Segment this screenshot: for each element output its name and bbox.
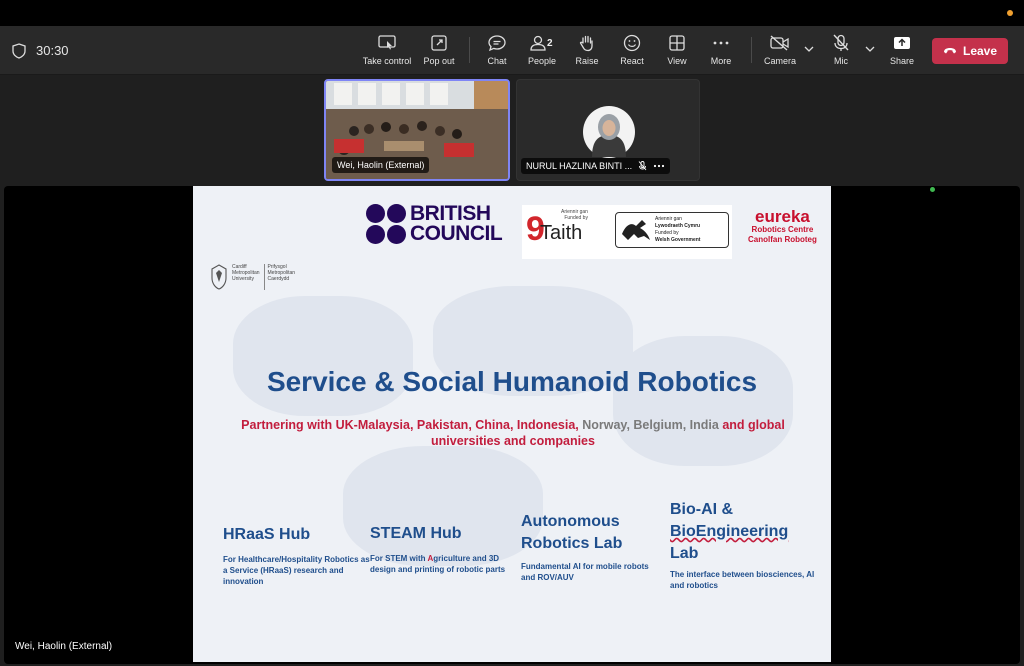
world-map-background <box>233 296 413 416</box>
leave-button[interactable]: Leave <box>932 38 1008 64</box>
mic-label: Mic <box>834 56 848 66</box>
hub-title-line2: BioEngineering <box>670 523 789 540</box>
hub-title-line2: Robotics Lab <box>521 535 623 552</box>
mic-off-icon <box>833 34 849 51</box>
mic-button[interactable]: Mic <box>815 34 867 66</box>
welsh-dragon-icon <box>622 220 650 240</box>
mic-off-icon <box>638 161 647 171</box>
cardiff-crest-icon <box>211 264 227 290</box>
hub-description: Fundamental AI for mobile robots and ROV… <box>521 562 649 582</box>
view-label: View <box>667 56 687 66</box>
window-top-strip <box>0 0 1024 26</box>
eureka-logo: eureka Robotics Centre Canolfan Roboteg <box>748 208 817 245</box>
more-button[interactable]: More <box>695 34 747 66</box>
cardiff-line3: University <box>232 276 254 282</box>
share-icon <box>894 37 910 49</box>
cardiff-line6: Caerdydd <box>267 276 290 282</box>
share-label: Share <box>889 56 915 66</box>
presentation-slide: BRITISH COUNCIL 9 Ariennir gan Funded by… <box>193 186 831 662</box>
pop-out-button[interactable]: Pop out <box>413 34 465 66</box>
british-council-dots-icon <box>366 204 406 244</box>
british-council-text-line1: BRITISH <box>410 202 491 225</box>
participant-name-label: Wei, Haolin (External) <box>332 157 430 173</box>
british-council-text-line2: COUNCIL <box>410 222 503 245</box>
participant-tile[interactable]: Wei, Haolin (External) <box>324 79 510 181</box>
eureka-title: eureka <box>755 207 810 226</box>
take-control-label: Take control <box>362 56 412 66</box>
share-button[interactable]: Share <box>876 34 928 66</box>
taith-small-line2: Funded by <box>564 215 588 221</box>
phone-hangup-icon <box>943 48 956 54</box>
participant-name: NURUL HAZLINA BINTI ... <box>526 161 633 171</box>
pop-out-icon <box>431 35 447 51</box>
camera-button[interactable]: Camera <box>754 34 806 66</box>
taith-name: Taith <box>540 222 583 244</box>
participant-name-label: NURUL HAZLINA BINTI ... <box>521 158 671 174</box>
leave-label: Leave <box>962 44 998 58</box>
slide-title: Service & Social Humanoid Robotics <box>266 366 758 397</box>
welsh-line2: Lywodraeth Cymru <box>655 223 701 229</box>
welsh-line1: Ariennir gan <box>655 216 682 222</box>
chevron-down-icon[interactable] <box>803 43 815 55</box>
subtitle-part-a: Partnering with UK-Malaysia, Pakistan, C… <box>241 418 583 432</box>
toolbar-separator <box>751 37 752 63</box>
chevron-down-icon[interactable] <box>864 43 876 55</box>
autonomous-robotics-lab: Autonomous Robotics Lab Fundamental AI f… <box>521 511 661 583</box>
chat-label: Chat <box>487 56 507 66</box>
hraas-hub: HRaaS Hub For Healthcare/Hospitality Rob… <box>223 524 373 587</box>
cardiff-met-logo: Cardiff Metropolitan University Prifysgo… <box>210 264 295 290</box>
raise-hand-icon <box>579 35 593 52</box>
pop-out-label: Pop out <box>423 56 455 66</box>
hub-title-line1: Autonomous <box>521 513 620 530</box>
hub-title: HRaaS Hub <box>223 526 311 543</box>
bio-ai-lab: Bio-AI & BioEngineering Lab The interfac… <box>670 499 820 591</box>
hub-title-line3: Lab <box>670 545 699 562</box>
take-control-icon <box>378 35 396 50</box>
notification-dot <box>1007 10 1013 16</box>
more-dots-icon[interactable] <box>653 164 665 168</box>
participant-tile[interactable]: NURUL HAZLINA BINTI ... <box>516 79 700 181</box>
slide-subtitle: Partnering with UK-Malaysia, Pakistan, C… <box>218 417 808 449</box>
steam-hub: STEAM Hub For STEM with Agriculture and … <box>370 523 515 575</box>
subtitle-part-b: Norway, Belgium, India <box>582 418 719 432</box>
take-control-button[interactable]: Take control <box>361 34 413 66</box>
hub-title-line1: Bio-AI & <box>670 501 734 518</box>
grid-view-icon <box>669 35 685 51</box>
chat-icon <box>488 35 506 52</box>
welsh-government-text: Ariennir gan Lywodraeth Cymru Funded by … <box>655 216 700 244</box>
hub-title: STEAM Hub <box>370 525 462 542</box>
toolbar-separator <box>469 37 470 63</box>
people-label: People <box>527 56 557 66</box>
hub-description: For Healthcare/Hospitality Robotics as a… <box>223 555 370 586</box>
presenter-name-label: Wei, Haolin (External) <box>15 641 113 652</box>
connection-indicator <box>930 187 935 192</box>
welsh-line4: Welsh Government <box>655 237 701 243</box>
smiley-icon <box>623 34 641 52</box>
avatar <box>583 106 635 158</box>
camera-off-icon <box>770 35 789 51</box>
hub-description: The interface between biosciences, AI an… <box>670 570 815 590</box>
more-label: More <box>710 56 732 66</box>
welsh-line3: Funded by <box>655 230 679 236</box>
react-label: React <box>620 56 644 66</box>
british-council-logo: BRITISH COUNCIL <box>366 202 503 245</box>
shield-icon <box>12 43 26 59</box>
eureka-line3: Canolfan Roboteg <box>748 235 817 244</box>
eureka-line2: Robotics Centre <box>751 225 814 234</box>
meeting-timer: 30:30 <box>36 43 69 58</box>
camera-label: Camera <box>763 56 796 66</box>
people-count: 2 <box>547 38 553 49</box>
hub-description: For STEM with Agriculture and 3D design … <box>370 553 515 575</box>
hub-desc-a: For STEM with <box>370 554 428 563</box>
taith-funded-text: Ariennir gan Funded by <box>561 209 588 221</box>
more-dots-icon <box>713 41 729 45</box>
raise-hand-label: Raise <box>575 56 599 66</box>
